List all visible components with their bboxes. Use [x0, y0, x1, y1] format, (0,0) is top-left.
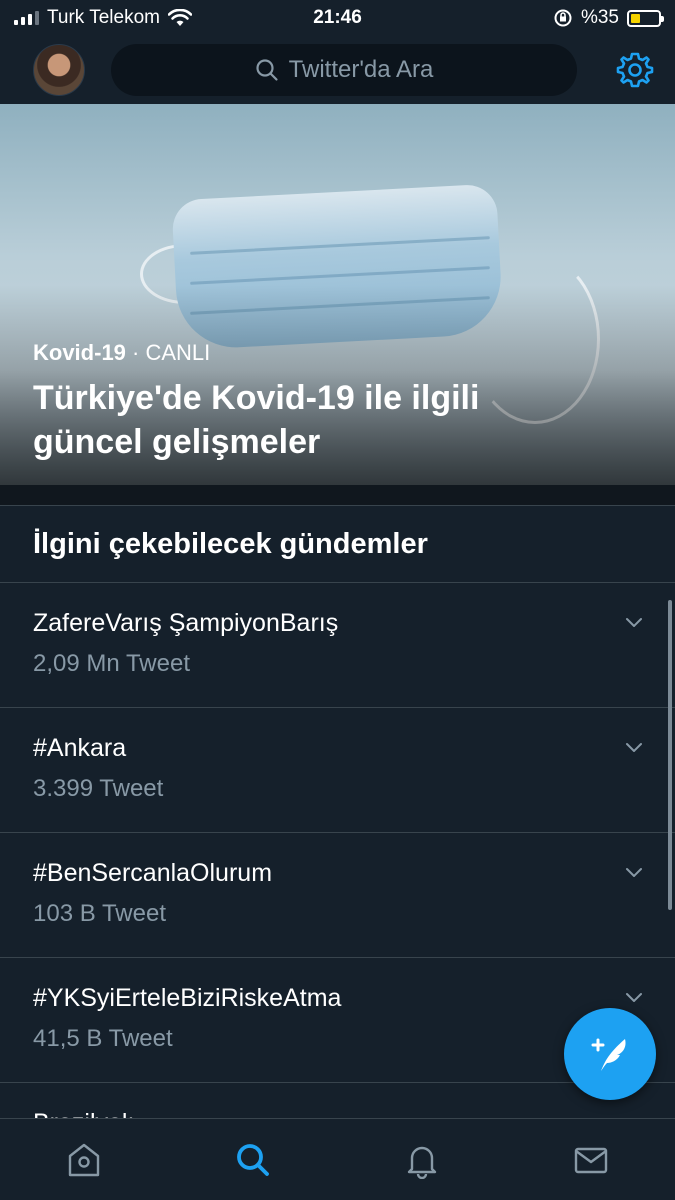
- compose-feather-icon: [591, 1038, 626, 1071]
- hero-live-label: CANLI: [145, 340, 211, 365]
- trend-tweet-count: 103 B Tweet: [33, 900, 166, 927]
- mail-icon: [574, 1147, 607, 1173]
- trend-item[interactable]: #Ankara 3.399 Tweet: [0, 708, 675, 833]
- search-icon: [256, 59, 278, 81]
- search-input[interactable]: Twitter'da Ara: [111, 44, 577, 96]
- status-bar: Turk Telekom 21:46 %35: [0, 0, 675, 36]
- trend-name: ZafereVarış ŞampiyonBarış: [33, 609, 339, 637]
- status-right: %35: [553, 7, 664, 29]
- trend-name: #YKSyiErteleBiziRiskeAtma: [33, 984, 342, 1012]
- trend-tweet-count: 2,09 Mn Tweet: [33, 650, 190, 677]
- search-placeholder: Twitter'da Ara: [288, 56, 434, 83]
- settings-gear-icon[interactable]: [615, 50, 655, 90]
- chevron-down-icon[interactable]: [625, 738, 643, 756]
- trend-item[interactable]: ZafereVarış ŞampiyonBarış 2,09 Mn Tweet: [0, 583, 675, 708]
- hero-title: Türkiye'de Kovid-19 ile ilgili güncel ge…: [33, 379, 480, 461]
- carrier-label: Turk Telekom: [47, 7, 160, 28]
- tab-notifications[interactable]: [392, 1130, 452, 1190]
- trend-tweet-count: 3.399 Tweet: [33, 775, 164, 802]
- chevron-down-icon[interactable]: [625, 613, 643, 631]
- trend-name: #Ankara: [33, 734, 127, 762]
- signal-icon: [14, 11, 39, 25]
- tab-messages[interactable]: [561, 1130, 621, 1190]
- trends-section-title: İlgini çekebilecek gündemler: [0, 505, 675, 583]
- chevron-down-icon[interactable]: [625, 988, 643, 1006]
- trend-name: #BenSercanlaOlurum: [33, 859, 273, 887]
- tab-home[interactable]: [54, 1130, 114, 1190]
- wifi-icon: [167, 9, 192, 26]
- section-gap: [0, 485, 675, 505]
- chevron-down-icon[interactable]: [625, 863, 643, 881]
- scrollbar[interactable]: [668, 600, 672, 910]
- battery-icon: [627, 9, 664, 27]
- rotation-lock-icon: [554, 9, 572, 27]
- hero-event-card[interactable]: Kovid-19 · CANLI Türkiye'de Kovid-19 ile…: [0, 104, 675, 485]
- avatar[interactable]: [33, 44, 85, 96]
- app-header: Twitter'da Ara: [0, 36, 675, 104]
- hero-topic: Kovid-19 · CANLI: [33, 340, 210, 366]
- search-icon: [237, 1143, 270, 1176]
- status-left: Turk Telekom: [14, 7, 192, 29]
- home-icon: [69, 1143, 100, 1176]
- tab-explore[interactable]: [223, 1130, 283, 1190]
- hero-separator: ·: [125, 340, 146, 365]
- battery-percentage: %35: [580, 7, 619, 28]
- trend-tweet-count: 41,5 B Tweet: [33, 1025, 173, 1052]
- hero-topic-name: Kovid-19: [33, 340, 126, 365]
- battery-level: [631, 13, 641, 23]
- bell-icon: [407, 1146, 437, 1179]
- compose-tweet-button[interactable]: [564, 1008, 656, 1100]
- trend-item[interactable]: #BenSercanlaOlurum 103 B Tweet: [0, 833, 675, 958]
- bottom-tab-bar: [0, 1118, 675, 1200]
